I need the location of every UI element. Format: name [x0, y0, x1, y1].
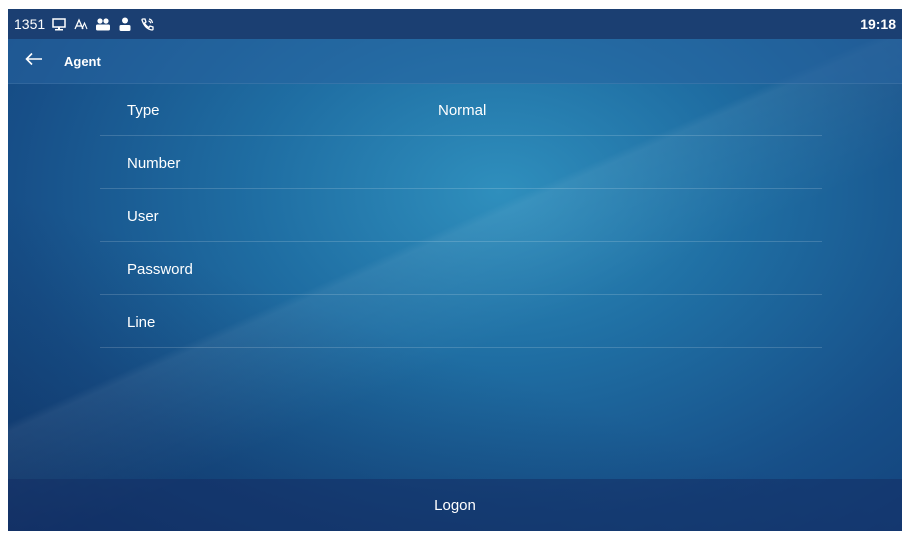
field-label: Type [127, 102, 160, 119]
field-value: Normal [438, 102, 487, 119]
monitor-icon [51, 16, 67, 32]
phone-ring-icon [139, 16, 155, 32]
field-label: Password [127, 261, 193, 278]
logon-button[interactable]: Logon [8, 479, 902, 531]
field-line[interactable]: Line [100, 295, 822, 348]
page-title: Agent [64, 53, 101, 69]
back-button[interactable] [16, 46, 52, 76]
user-icon [117, 16, 133, 32]
field-label: Line [127, 314, 156, 331]
logon-label: Logon [434, 496, 476, 514]
field-type[interactable]: Type Normal [100, 83, 822, 136]
title-bar: Agent [8, 39, 902, 84]
status-bar: 1351 19:18 [8, 9, 902, 39]
field-label: User [127, 208, 159, 225]
text-size-icon [73, 16, 89, 32]
phone-screen: 1351 19:18 Agent Type Normal Number User… [8, 9, 902, 531]
agent-fields-list: Type Normal Number User Password Line [100, 83, 822, 348]
field-user[interactable]: User [100, 189, 822, 242]
field-number[interactable]: Number [100, 136, 822, 189]
arrow-left-icon [25, 52, 43, 71]
users-icon [95, 16, 111, 32]
field-password[interactable]: Password [100, 242, 822, 295]
status-number: 1351 [14, 16, 46, 32]
field-label: Number [127, 155, 181, 172]
status-time: 19:18 [860, 16, 896, 32]
